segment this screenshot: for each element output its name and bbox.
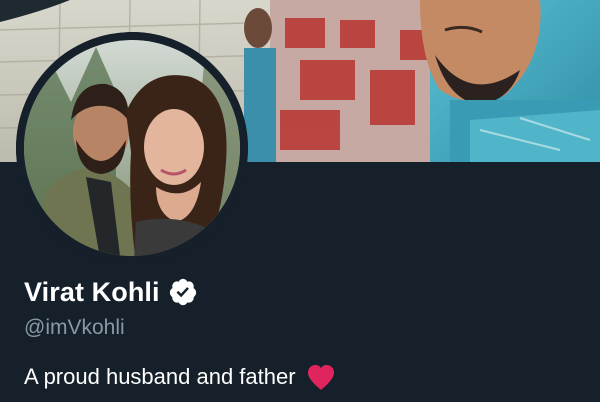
verified-badge-icon: [168, 277, 198, 307]
profile-bio: A proud husband and father: [24, 364, 296, 389]
user-handle: @imVkohli: [24, 316, 125, 339]
red-heart-icon: [306, 363, 336, 391]
display-name: Virat Kohli: [24, 277, 160, 307]
profile-page: Virat Kohli @imVkohli A proud husband an…: [0, 0, 600, 402]
profile-avatar[interactable]: [16, 32, 248, 264]
bio-row: A proud husband and father: [24, 360, 336, 394]
display-name-row: Virat Kohli: [24, 272, 198, 312]
